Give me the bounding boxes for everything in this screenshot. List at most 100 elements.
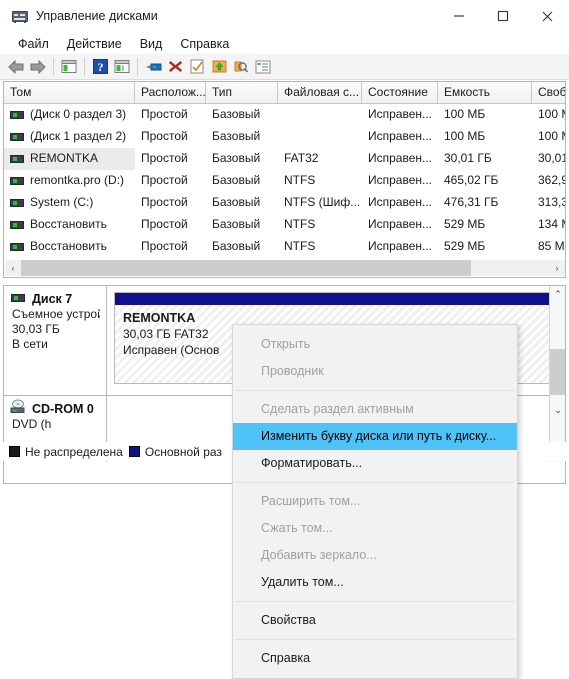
back-icon[interactable] [5, 56, 27, 78]
ctx-help[interactable]: Справка [233, 645, 517, 672]
help-icon[interactable]: ? [89, 56, 111, 78]
cell-type: Базовый [212, 239, 261, 253]
cell-status: Исправен... [368, 107, 433, 121]
column-free[interactable]: Своб [532, 82, 565, 103]
legend-unallocated-label: Не распределена [25, 444, 123, 459]
disk-management-window: Управление дисками Файл Действие Вид Спр… [0, 0, 569, 679]
menu-file[interactable]: Файл [9, 34, 58, 54]
ctx-mark-partition-active[interactable]: Сделать раздел активным [233, 396, 517, 423]
ctx-change-drive-letter[interactable]: Изменить букву диска или путь к диску... [233, 423, 517, 450]
ctx-format[interactable]: Форматировать... [233, 450, 517, 477]
cell-capacity: 100 МБ [444, 129, 486, 143]
column-filesystem[interactable]: Файловая с... [278, 82, 362, 103]
cell-volume: Восстановить [4, 236, 135, 258]
cell-status: Исправен... [368, 173, 433, 187]
horizontal-scroll-thumb[interactable] [21, 260, 471, 276]
maximize-button[interactable] [481, 0, 525, 32]
cell-filesystem [278, 104, 362, 126]
column-volume[interactable]: Том [4, 82, 135, 103]
ctx-add-mirror[interactable]: Добавить зеркало... [233, 542, 517, 569]
toolbar-separator [84, 57, 85, 76]
ctx-extend-volume[interactable]: Расширить том... [233, 488, 517, 515]
column-capacity[interactable]: Емкость [438, 82, 532, 103]
menu-help[interactable]: Справка [171, 34, 238, 54]
cell-free: 85 МБ [538, 239, 565, 253]
cell-layout: Простой [141, 217, 188, 231]
column-type[interactable]: Тип [206, 82, 278, 103]
context-menu-separator [235, 390, 515, 391]
table-row[interactable]: Восстановить Простой Базовый NTFS Исправ… [4, 214, 565, 236]
context-menu-separator [235, 482, 515, 483]
volume-list-horizontal-scrollbar[interactable]: ‹ › [5, 260, 565, 276]
show-hide-console-tree-icon[interactable] [111, 56, 133, 78]
scroll-down-arrow-icon[interactable]: ⌄ [550, 402, 565, 419]
cell-volume: (Диск 0 раздел 3) [4, 104, 135, 126]
rescan-disks-icon[interactable] [230, 56, 252, 78]
disk-info-disk7: Диск 7 Съемное устрой 30,03 ГБ В сети [4, 286, 107, 395]
export-list-icon[interactable] [208, 56, 230, 78]
volume-list-pane: Том Располож... Тип Файловая с... Состоя… [3, 81, 566, 278]
cell-layout: Простой [141, 173, 188, 187]
ctx-open[interactable]: Открыть [233, 331, 517, 358]
details-view-icon[interactable] [252, 56, 274, 78]
partition-color-bar [115, 293, 558, 305]
menu-bar: Файл Действие Вид Справка [0, 33, 569, 55]
legend-unallocated-swatch [9, 446, 20, 457]
volume-icon [10, 155, 24, 163]
cell-layout: Простой [141, 107, 188, 121]
cdrom-icon [10, 399, 26, 414]
cell-capacity: 529 МБ [444, 217, 486, 231]
checklist-icon[interactable] [186, 56, 208, 78]
disk-state: В сети [12, 337, 48, 351]
up-one-level-icon[interactable] [58, 56, 80, 78]
properties-icon[interactable] [142, 56, 164, 78]
toolbar: ? [0, 54, 569, 80]
ctx-delete-volume[interactable]: Удалить том... [233, 569, 517, 596]
volume-icon [10, 177, 24, 185]
cell-status: Исправен... [368, 217, 433, 231]
table-row[interactable]: (Диск 1 раздел 2) Простой Базовый Исправ… [4, 126, 565, 148]
close-button[interactable] [525, 0, 569, 32]
delete-icon[interactable] [164, 56, 186, 78]
cell-status: Исправен... [368, 129, 433, 143]
cell-type: Базовый [212, 173, 261, 187]
legend-primary-swatch [128, 446, 140, 457]
cell-capacity: 100 МБ [444, 107, 486, 121]
table-row[interactable]: Восстановить Простой Базовый NTFS Исправ… [4, 236, 565, 258]
cell-filesystem: NTFS [284, 239, 316, 253]
partition-context-menu: Открыть Проводник Сделать раздел активны… [232, 324, 518, 679]
cell-status: Исправен... [368, 151, 433, 165]
table-row[interactable]: System (C:) Простой Базовый NTFS (Шиф...… [4, 192, 565, 214]
column-status[interactable]: Состояние [362, 82, 438, 103]
cell-filesystem: NTFS (Шиф... [284, 195, 361, 209]
graph-pane-vertical-scrollbar[interactable]: ⌃ ⌄ [549, 286, 565, 465]
disk-management-icon [12, 9, 28, 23]
scroll-up-arrow-icon[interactable]: ⌃ [550, 286, 565, 303]
disk-name: Диск 7 [32, 292, 73, 306]
cell-free: 100 М [538, 129, 565, 143]
cell-type: Базовый [212, 107, 261, 121]
table-row[interactable]: remontka.pro (D:) Простой Базовый NTFS И… [4, 170, 565, 192]
scroll-left-arrow-icon[interactable]: ‹ [5, 260, 21, 276]
cell-layout: Простой [141, 151, 188, 165]
forward-icon[interactable] [27, 56, 49, 78]
table-row[interactable]: REMONTKA Простой Базовый FAT32 Исправен.… [4, 148, 565, 170]
cell-free: 313,3 [538, 195, 566, 209]
cell-capacity: 30,01 ГБ [444, 151, 492, 165]
vertical-scroll-thumb[interactable] [550, 349, 565, 395]
context-menu-separator [235, 639, 515, 640]
ctx-shrink-volume[interactable]: Сжать том... [233, 515, 517, 542]
scroll-right-arrow-icon[interactable]: › [549, 260, 565, 276]
menu-view[interactable]: Вид [131, 34, 172, 54]
ctx-properties[interactable]: Свойства [233, 607, 517, 634]
table-row[interactable]: (Диск 0 раздел 3) Простой Базовый Исправ… [4, 104, 565, 126]
menu-action[interactable]: Действие [58, 34, 131, 54]
minimize-button[interactable] [437, 0, 481, 32]
cell-volume: System (C:) [4, 192, 135, 214]
cell-free: 134 М [538, 217, 565, 231]
context-menu-separator [235, 601, 515, 602]
column-layout[interactable]: Располож... [135, 82, 206, 103]
ctx-explore[interactable]: Проводник [233, 358, 517, 385]
cell-filesystem: NTFS [284, 217, 316, 231]
horizontal-scroll-track[interactable] [21, 260, 549, 276]
